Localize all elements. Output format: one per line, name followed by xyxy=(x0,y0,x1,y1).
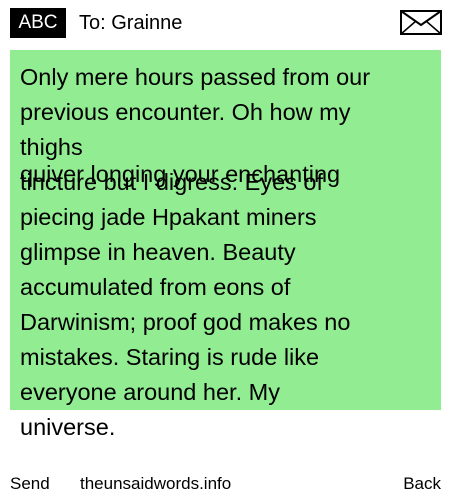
message-line: glimpse in heaven. Beauty xyxy=(20,239,296,265)
message-line: tincture but I digress. Eyes of xyxy=(20,169,324,195)
message-line: Darwinism; proof god makes no xyxy=(20,309,351,335)
message-line: mistakes. Staring is rude like xyxy=(20,344,320,370)
message-line: piecing jade Hpakant miners xyxy=(20,204,317,230)
recipient-label[interactable]: To: Grainne xyxy=(79,10,182,36)
envelope-icon[interactable] xyxy=(400,10,442,35)
message-line: everyone around her. My xyxy=(20,379,280,405)
message-line: Only mere hours passed from our xyxy=(20,64,371,90)
input-mode-badge[interactable]: ABC xyxy=(10,8,66,38)
message-line: accumulated from eons of xyxy=(20,274,291,300)
back-button[interactable]: Back xyxy=(403,468,441,500)
softkey-bar: Send theunsaidwords.info Back xyxy=(0,468,450,500)
message-line: universe. xyxy=(20,414,116,440)
send-button[interactable]: Send xyxy=(10,468,50,500)
message-line: previous encounter. Oh how my xyxy=(20,99,351,125)
site-link[interactable]: theunsaidwords.info xyxy=(80,468,231,500)
sms-compose-screen: ABC To: Grainne Only mere hours passed f… xyxy=(0,0,450,500)
compose-header: ABC To: Grainne xyxy=(0,0,450,44)
